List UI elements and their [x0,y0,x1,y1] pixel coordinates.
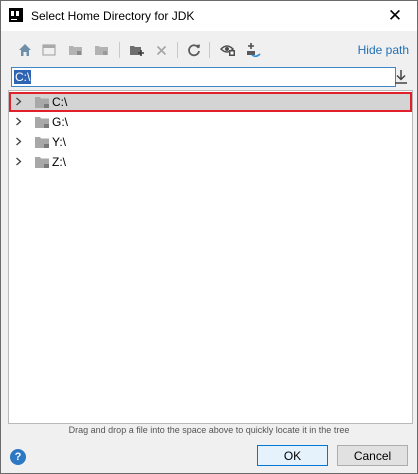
jdk-icon[interactable] [243,40,263,60]
tree-row-c[interactable]: C:\ [9,92,412,112]
drag-drop-hint: Drag and drop a file into the space abov… [68,425,350,435]
module-folder-icon[interactable] [91,40,111,60]
tree-row-label: Z:\ [52,155,66,169]
new-folder-icon[interactable] [127,40,147,60]
help-icon[interactable]: ? [10,449,26,465]
chevron-right-icon[interactable] [14,117,23,126]
desktop-icon[interactable] [39,40,59,60]
home-icon[interactable] [15,40,35,60]
window-title: Select Home Directory for JDK [31,9,195,23]
refresh-icon[interactable] [184,40,204,60]
chevron-right-icon[interactable] [14,137,23,146]
path-row: C:\ [1,67,417,89]
chevron-right-icon[interactable] [14,97,23,106]
tree-row-label: C:\ [52,95,68,109]
download-icon[interactable] [393,69,409,85]
show-hidden-icon[interactable] [218,40,238,60]
path-input-value: C:\ [14,70,32,84]
toolbar-separator [119,42,120,58]
tree-row-y[interactable]: Y:\ [9,132,412,152]
drive-icon [35,97,49,108]
delete-icon[interactable] [151,40,171,60]
ok-button[interactable]: OK [257,445,328,466]
directory-tree[interactable]: C:\ G:\ Y:\ Z:\ [8,90,413,424]
drive-icon [35,157,49,168]
tree-row-g[interactable]: G:\ [9,112,412,132]
drive-icon [35,137,49,148]
tree-row-z[interactable]: Z:\ [9,152,412,172]
toolbar: Hide path [1,35,417,65]
intellij-logo-icon [9,8,23,22]
path-input[interactable] [11,67,396,87]
close-button[interactable]: ✕ [373,1,417,31]
toolbar-separator [209,42,210,58]
cancel-button[interactable]: Cancel [337,445,408,466]
toolbar-separator [177,42,178,58]
hide-path-link[interactable]: Hide path [358,43,409,57]
dialog-window: Select Home Directory for JDK ✕ Hide pat… [0,0,418,474]
tree-row-label: G:\ [52,115,69,129]
chevron-right-icon[interactable] [14,157,23,166]
drive-icon [35,117,49,128]
tree-row-label: Y:\ [52,135,67,149]
title-bar: Select Home Directory for JDK ✕ [1,1,417,31]
project-folder-icon[interactable] [65,40,85,60]
